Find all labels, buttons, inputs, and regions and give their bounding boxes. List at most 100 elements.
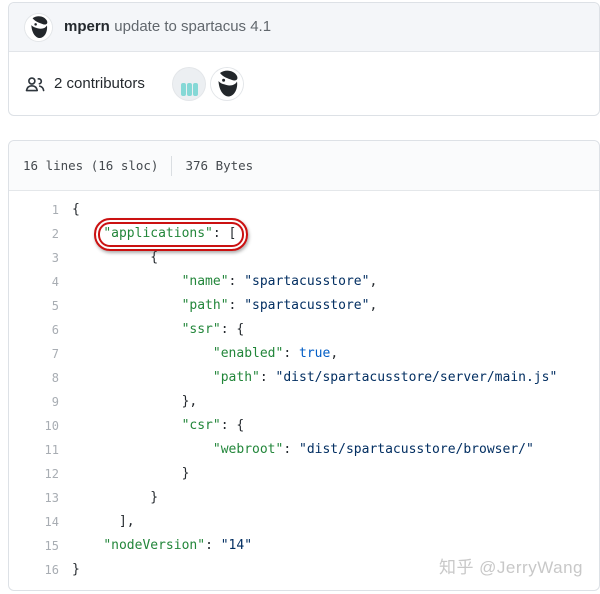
code-token: }, bbox=[72, 394, 198, 409]
code-token: "ssr" bbox=[181, 322, 221, 337]
teal-bar-icon bbox=[186, 82, 192, 96]
code-token: "webroot" bbox=[212, 442, 284, 457]
commit-header: mpern update to spartacus 4.1 bbox=[9, 3, 599, 52]
code-line: 7 "enabled": true, bbox=[9, 342, 599, 366]
code-token: , bbox=[369, 298, 378, 313]
code-line: 16} bbox=[9, 558, 599, 582]
code-text: "path": "dist/spartacusstore/server/main… bbox=[59, 366, 557, 390]
code-text: }, bbox=[59, 390, 198, 414]
code-line: 5 "path": "spartacusstore", bbox=[9, 294, 599, 318]
beard-man-avatar-icon bbox=[25, 13, 52, 41]
line-number[interactable]: 8 bbox=[9, 366, 59, 390]
contributors-link[interactable]: 2 contributors bbox=[54, 75, 145, 92]
code-view: 1{2 "applications": [3 {4 "name": "spart… bbox=[9, 191, 599, 590]
teal-bar-icon bbox=[180, 82, 186, 96]
commit-message[interactable]: update to spartacus 4.1 bbox=[114, 18, 271, 35]
code-text: "nodeVersion": "14" bbox=[59, 534, 252, 558]
code-token: true bbox=[299, 346, 331, 361]
code-token: : bbox=[283, 442, 299, 457]
line-number[interactable]: 16 bbox=[9, 558, 59, 582]
code-token: : bbox=[228, 274, 245, 289]
code-text: "applications": [ bbox=[59, 218, 249, 251]
code-token: "nodeVersion" bbox=[103, 538, 206, 553]
line-number[interactable]: 4 bbox=[9, 270, 59, 294]
code-token: : bbox=[283, 346, 299, 361]
beard-man-avatar-icon bbox=[210, 67, 243, 100]
code-line: 12 } bbox=[9, 462, 599, 486]
code-text: } bbox=[59, 462, 190, 486]
code-line: 6 "ssr": { bbox=[9, 318, 599, 342]
code-token: "enabled" bbox=[212, 346, 284, 361]
code-token: "path" bbox=[212, 370, 260, 385]
code-text: "path": "spartacusstore", bbox=[59, 294, 378, 318]
code-token: "dist/spartacusstore/browser/" bbox=[299, 442, 534, 457]
code-text: { bbox=[59, 198, 80, 222]
code-line: 10 "csr": { bbox=[9, 414, 599, 438]
commit-author-link[interactable]: mpern bbox=[64, 18, 110, 35]
line-number[interactable]: 13 bbox=[9, 486, 59, 510]
contributors-row: 2 contributors bbox=[9, 52, 599, 115]
code-line: 11 "webroot": "dist/spartacusstore/brows… bbox=[9, 438, 599, 462]
line-number[interactable]: 12 bbox=[9, 462, 59, 486]
line-number[interactable]: 6 bbox=[9, 318, 59, 342]
file-lines-info: 16 lines (16 sloc) bbox=[23, 158, 159, 173]
people-icon bbox=[25, 74, 45, 94]
code-text: } bbox=[59, 558, 80, 582]
file-info-divider bbox=[171, 155, 173, 176]
code-token: "spartacusstore" bbox=[244, 274, 370, 289]
contributor-avatars bbox=[172, 67, 243, 100]
code-line: 13 } bbox=[9, 486, 599, 510]
line-number[interactable]: 5 bbox=[9, 294, 59, 318]
teal-bar-icon bbox=[192, 82, 198, 96]
code-token: , bbox=[369, 274, 378, 289]
commit-box: mpern update to spartacus 4.1 2 contribu… bbox=[8, 2, 600, 116]
line-number[interactable]: 9 bbox=[9, 390, 59, 414]
line-number[interactable]: 3 bbox=[9, 246, 59, 270]
line-number[interactable]: 11 bbox=[9, 438, 59, 462]
code-text: ], bbox=[59, 510, 135, 534]
code-token: : { bbox=[220, 418, 245, 433]
line-number[interactable]: 1 bbox=[9, 198, 59, 222]
code-line: 14 ], bbox=[9, 510, 599, 534]
code-token: : bbox=[205, 538, 221, 553]
code-token: : [ bbox=[212, 226, 237, 241]
code-text: "csr": { bbox=[59, 414, 245, 438]
code-text: "name": "spartacusstore", bbox=[59, 270, 378, 294]
red-annotation-oval: "applications": [ bbox=[94, 218, 249, 251]
page: mpern update to spartacus 4.1 2 contribu… bbox=[0, 2, 600, 594]
code-token: { bbox=[72, 202, 80, 217]
line-number[interactable]: 2 bbox=[9, 222, 59, 246]
contributor-avatar-identicon[interactable] bbox=[172, 67, 205, 100]
code-token: "applications" bbox=[103, 226, 213, 241]
code-token: : { bbox=[220, 322, 245, 337]
code-token: ], bbox=[72, 514, 135, 529]
line-number[interactable]: 10 bbox=[9, 414, 59, 438]
code-token: { bbox=[72, 250, 159, 265]
code-token: "spartacusstore" bbox=[244, 298, 370, 313]
code-token: } bbox=[72, 562, 80, 577]
line-number[interactable]: 7 bbox=[9, 342, 59, 366]
code-text: "ssr": { bbox=[59, 318, 245, 342]
file-header: 16 lines (16 sloc) 376 Bytes bbox=[9, 141, 599, 191]
file-size-info: 376 Bytes bbox=[185, 158, 254, 173]
code-token: "path" bbox=[181, 298, 229, 313]
code-line: 9 }, bbox=[9, 390, 599, 414]
code-token: } bbox=[72, 490, 159, 505]
code-text: "enabled": true, bbox=[59, 342, 338, 366]
line-number[interactable]: 14 bbox=[9, 510, 59, 534]
code-token: "14" bbox=[220, 538, 253, 553]
commit-author-avatar[interactable] bbox=[25, 13, 52, 41]
file-box: 16 lines (16 sloc) 376 Bytes 1{2 "applic… bbox=[8, 140, 600, 591]
contributor-avatar-beard-man[interactable] bbox=[210, 67, 243, 100]
code-token: "name" bbox=[181, 274, 229, 289]
line-number[interactable]: 15 bbox=[9, 534, 59, 558]
code-line: 1{ bbox=[9, 198, 599, 222]
